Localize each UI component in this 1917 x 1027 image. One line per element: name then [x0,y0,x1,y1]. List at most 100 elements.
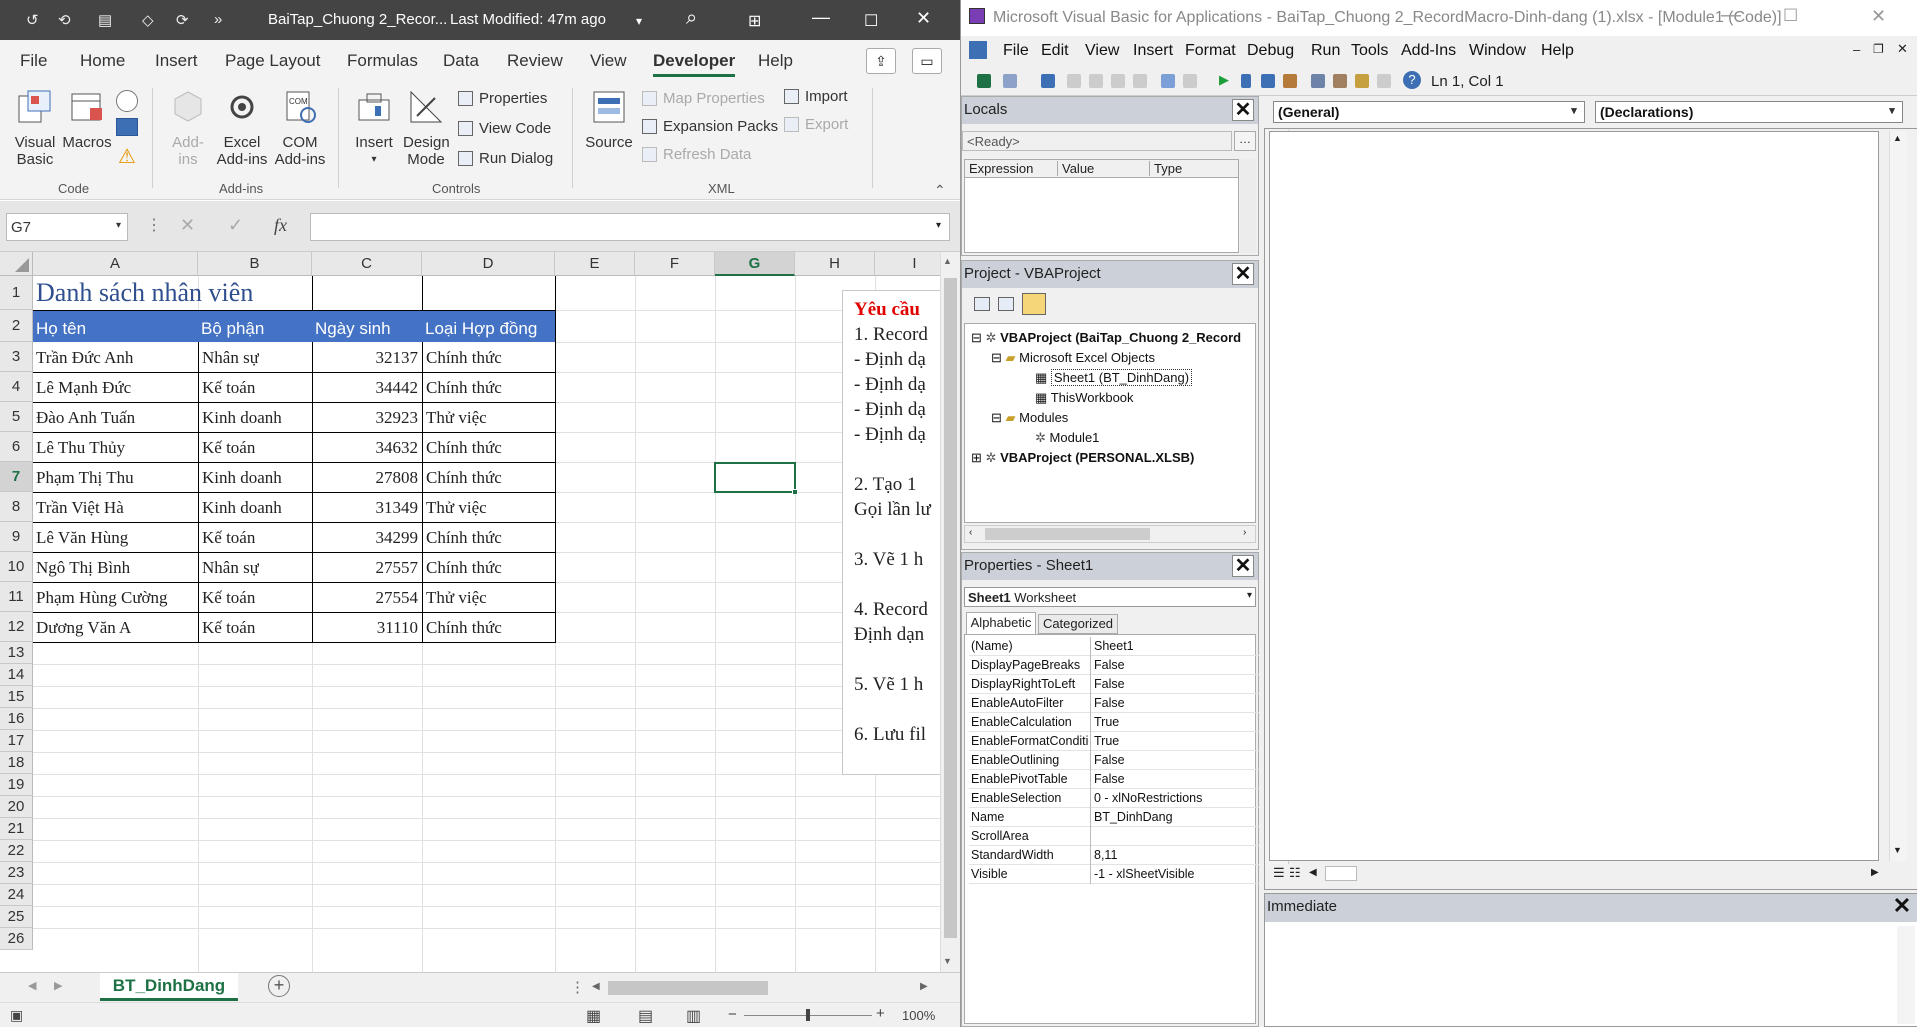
close-icon[interactable]: ✕ [1232,555,1254,577]
cancel-icon[interactable]: ✕ [180,215,195,236]
menu-view[interactable]: View [1085,42,1119,60]
row-header[interactable]: 4 [0,372,33,402]
expansion-packs-button[interactable]: Expansion Packs [642,118,778,135]
scroll-left-icon[interactable]: ◀ [1309,867,1317,878]
child-restore-icon[interactable]: ❐ [1873,42,1884,56]
redo-icon[interactable] [1183,74,1197,88]
row-header[interactable]: 5 [0,402,33,432]
row-header[interactable]: 8 [0,492,33,522]
expand-icon[interactable]: ⊞ [971,450,982,465]
table-cell[interactable]: Dương Văn A [36,618,131,638]
menu-run[interactable]: Run [1311,42,1340,60]
row-header[interactable]: 26 [0,928,33,950]
minimize-icon[interactable]: — [1721,4,1741,27]
row-header[interactable]: 3 [0,342,33,372]
object-selector[interactable]: Sheet1 Worksheet ▾ [964,587,1256,607]
row-header[interactable]: 20 [0,796,33,818]
form-icon[interactable]: ▤ [98,11,112,29]
table-cell[interactable]: Kế toán [202,438,255,458]
column-expression[interactable]: Expression [969,161,1033,176]
table-cell[interactable]: Kế toán [202,528,255,548]
cut-icon[interactable] [1067,74,1081,88]
enter-icon[interactable]: ✓ [228,215,243,236]
tree-node-modules[interactable]: ⊟ ▰ Modules [991,410,1068,426]
table-cell[interactable]: Nhân sự [202,558,259,578]
eraser-icon[interactable]: ◇ [142,11,154,29]
property-row[interactable]: EnableAutoFilter False [969,694,1259,713]
row-header[interactable]: 9 [0,522,33,552]
scroll-thumb[interactable] [985,528,1150,540]
row-header[interactable]: 19 [0,774,33,796]
tab-alphabetic[interactable]: Alphabetic [966,612,1036,634]
tab-formulas[interactable]: Formulas [347,51,418,71]
column-header-e[interactable]: E [555,252,635,276]
table-cell[interactable]: Chính thức [426,558,502,578]
row-header[interactable]: 2 [0,310,33,342]
tree-node-module1[interactable]: ✲ Module1 [1035,430,1099,446]
table-cell[interactable]: Thử việc [426,588,487,608]
table-cell[interactable]: Trần Việt Hà [36,498,124,518]
property-row[interactable]: EnablePivotTable False [969,770,1259,789]
prev-sheet-icon[interactable]: ◀ [28,979,36,992]
properties-window-icon[interactable] [1333,74,1347,88]
table-cell[interactable]: Kinh doanh [202,408,282,428]
immediate-input[interactable] [1269,926,1893,1024]
table-cell[interactable]: 27808 [312,468,419,488]
collapse-icon[interactable]: ⊟ [991,350,1002,365]
more-options-icon[interactable]: ⋮ [146,215,162,235]
property-row[interactable]: DisplayPageBreaks False [969,656,1259,675]
column-value[interactable]: Value [1057,161,1094,176]
run-icon[interactable]: ▶ [1219,72,1229,88]
property-row[interactable]: Visible -1 - xlSheetVisible [969,865,1259,884]
insert-function-icon[interactable]: fx [274,215,287,236]
property-row[interactable]: DisplayRightToLeft False [969,675,1259,694]
row-header[interactable]: 15 [0,686,33,708]
column-type[interactable]: Type [1149,161,1182,176]
properties-grid[interactable]: (Name) Sheet1 DisplayPageBreaks False Disp… [964,634,1259,1024]
collapse-icon[interactable]: ⊟ [991,410,1002,425]
tab-categorized[interactable]: Categorized [1038,614,1118,634]
properties-button[interactable]: Properties [458,90,547,107]
close-icon[interactable]: ✕ [1871,6,1886,27]
table-cell[interactable]: 32923 [312,408,419,428]
page-layout-icon[interactable]: ▤ [638,1006,653,1026]
com-add-ins-button[interactable]: COM COM Add-ins [272,88,328,168]
menu-add-ins[interactable]: Add-Ins [1401,42,1456,60]
worksheet-grid[interactable]: A B C D E F G H I 1 2 3 4 5 6 7 8 9 10 1… [0,252,940,972]
undo-icon[interactable]: ⟲ [58,11,71,29]
menu-tools[interactable]: Tools [1351,42,1388,60]
row-header[interactable]: 1 [0,276,33,310]
table-cell[interactable]: 34442 [312,378,419,398]
column-header-b[interactable]: B [198,252,312,276]
scroll-down-icon[interactable]: ▼ [943,956,952,966]
maximize-icon[interactable]: ☐ [1783,6,1798,26]
code-editor[interactable] [1269,131,1879,861]
zoom-level[interactable]: 100% [902,1008,935,1023]
visual-basic-button[interactable]: Visual Basic [8,88,62,168]
project-hscrollbar[interactable]: ‹ › [964,525,1256,543]
property-row[interactable]: ScrollArea [969,827,1259,846]
sheet-tab-bt-dinhdang[interactable]: BT_DinhDang [100,973,238,1001]
excel-switch-icon[interactable] [969,41,987,59]
undo-icon[interactable] [1161,74,1175,88]
reset-icon[interactable] [1261,74,1275,88]
scroll-thumb[interactable] [1325,866,1357,881]
column-header-i[interactable]: I [875,252,940,276]
header-cell[interactable]: Bộ phận [198,310,312,342]
export-button[interactable]: Export [784,116,848,133]
menu-edit[interactable]: Edit [1041,42,1069,60]
break-icon[interactable] [1241,74,1251,88]
zoom-thumb[interactable] [806,1009,810,1021]
table-cell[interactable]: Chính thức [426,438,502,458]
record-macro-icon[interactable] [116,90,138,112]
help-icon[interactable]: ? [1403,71,1421,89]
add-sheet-icon[interactable]: + [268,975,290,997]
table-cell[interactable]: 31349 [312,498,419,518]
table-cell[interactable]: Lê Thu Thủy [36,438,125,458]
last-modified[interactable]: Last Modified: 47m ago [450,11,606,28]
table-cell[interactable]: Chính thức [426,618,502,638]
map-properties-button[interactable]: Map Properties [642,90,765,107]
row-header[interactable]: 10 [0,552,33,582]
column-header-c[interactable]: C [312,252,422,276]
vertical-scrollbar[interactable]: ▲ ▼ [940,252,960,972]
